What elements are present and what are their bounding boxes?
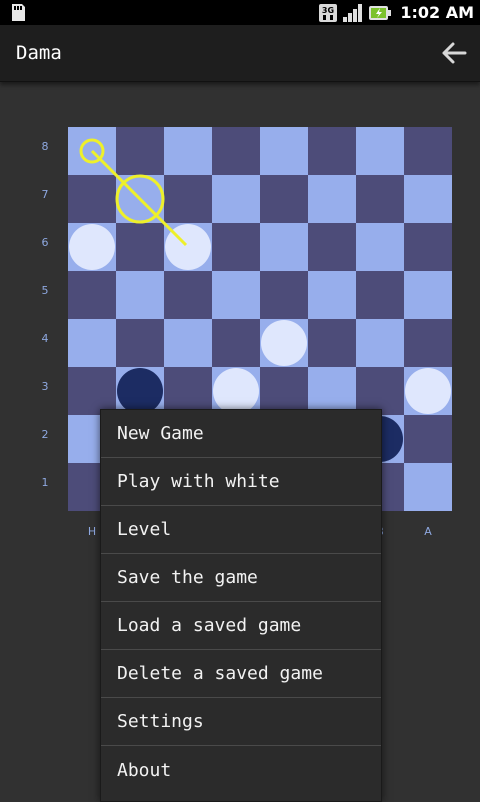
rank-label-2: 2 (41, 428, 49, 441)
menu-item-delete-game[interactable]: Delete a saved game (101, 650, 381, 698)
board-square-e4[interactable] (212, 319, 260, 367)
board-square-c8[interactable] (308, 127, 356, 175)
board-square-a1[interactable] (404, 463, 452, 511)
rank-label-8: 8 (41, 140, 49, 153)
board-square-b6[interactable] (356, 223, 404, 271)
board-square-b8[interactable] (356, 127, 404, 175)
menu-item-load-game[interactable]: Load a saved game (101, 602, 381, 650)
board-square-c4[interactable] (308, 319, 356, 367)
board-square-e6[interactable] (212, 223, 260, 271)
board-square-d6[interactable] (260, 223, 308, 271)
board-square-a7[interactable] (404, 175, 452, 223)
board-square-h5[interactable] (68, 271, 116, 319)
menu-item-about[interactable]: About (101, 746, 381, 794)
board-square-f4[interactable] (164, 319, 212, 367)
board-square-f8[interactable] (164, 127, 212, 175)
board-square-h7[interactable] (68, 175, 116, 223)
board-square-f5[interactable] (164, 271, 212, 319)
title-bar: Dama (0, 25, 480, 82)
menu-item-new-game[interactable]: New Game (101, 410, 381, 458)
board-square-g8[interactable] (116, 127, 164, 175)
board-square-a8[interactable] (404, 127, 452, 175)
rank-label-5: 5 (41, 284, 49, 297)
status-bar: 3G 1:02 AM (0, 0, 480, 25)
board-square-d7[interactable] (260, 175, 308, 223)
board-square-c7[interactable] (308, 175, 356, 223)
board-square-e8[interactable] (212, 127, 260, 175)
back-button[interactable] (436, 35, 472, 71)
rank-label-7: 7 (41, 188, 49, 201)
board-square-h4[interactable] (68, 319, 116, 367)
black-piece[interactable] (117, 368, 163, 414)
rank-label-1: 1 (41, 476, 49, 489)
options-menu: New Game Play with white Level Save the … (100, 409, 382, 802)
board-square-d8[interactable] (260, 127, 308, 175)
rank-label-4: 4 (41, 332, 49, 345)
board-square-g5[interactable] (116, 271, 164, 319)
board-square-b3[interactable] (356, 367, 404, 415)
status-time: 1:02 AM (400, 3, 474, 22)
board-square-a6[interactable] (404, 223, 452, 271)
board-square-a2[interactable] (404, 415, 452, 463)
board-square-b4[interactable] (356, 319, 404, 367)
board-square-d5[interactable] (260, 271, 308, 319)
board-square-c3[interactable] (308, 367, 356, 415)
board-square-e5[interactable] (212, 271, 260, 319)
white-piece[interactable] (261, 320, 307, 366)
board-square-e7[interactable] (212, 175, 260, 223)
board-square-c5[interactable] (308, 271, 356, 319)
network-3g-icon: 3G (319, 3, 338, 22)
rank-label-3: 3 (41, 380, 49, 393)
board-square-b5[interactable] (356, 271, 404, 319)
app-title: Dama (16, 42, 62, 64)
menu-item-settings[interactable]: Settings (101, 698, 381, 746)
menu-item-play-with-white[interactable]: Play with white (101, 458, 381, 506)
board-square-a4[interactable] (404, 319, 452, 367)
board-square-g4[interactable] (116, 319, 164, 367)
signal-icon (343, 3, 363, 22)
back-arrow-icon (442, 42, 467, 64)
board-square-b7[interactable] (356, 175, 404, 223)
board-square-f3[interactable] (164, 367, 212, 415)
white-piece[interactable] (213, 368, 259, 414)
board-square-a5[interactable] (404, 271, 452, 319)
white-piece[interactable] (69, 224, 115, 270)
menu-item-save-game[interactable]: Save the game (101, 554, 381, 602)
board-square-g6[interactable] (116, 223, 164, 271)
board-square-c6[interactable] (308, 223, 356, 271)
board-square-f7[interactable] (164, 175, 212, 223)
menu-item-level[interactable]: Level (101, 506, 381, 554)
rank-label-6: 6 (41, 236, 49, 249)
board-square-d3[interactable] (260, 367, 308, 415)
board-square-h3[interactable] (68, 367, 116, 415)
svg-text:3G: 3G (322, 6, 334, 15)
file-label-a: A (424, 525, 432, 538)
battery-icon (369, 5, 392, 20)
sd-card-icon (12, 4, 25, 21)
white-piece[interactable] (405, 368, 451, 414)
